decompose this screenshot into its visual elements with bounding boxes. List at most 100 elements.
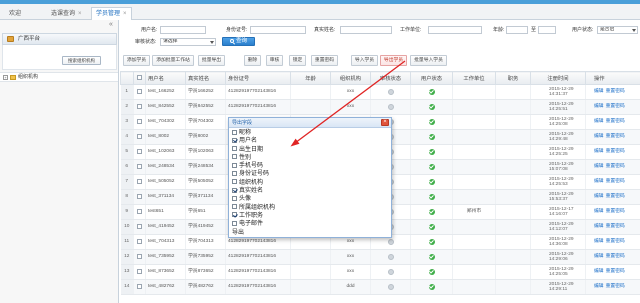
- green-check-icon[interactable]: [428, 238, 435, 245]
- company-input[interactable]: [428, 26, 482, 34]
- export-students-button[interactable]: 导出学员: [380, 55, 407, 66]
- reset-password-link[interactable]: 重置密码: [606, 179, 625, 184]
- edit-link[interactable]: 编辑: [594, 104, 604, 109]
- edit-link[interactable]: 编辑: [594, 224, 604, 229]
- edit-link[interactable]: 编辑: [594, 89, 604, 94]
- row-checkbox[interactable]: [137, 103, 142, 109]
- export-field-option[interactable]: 所属组织机构: [232, 204, 388, 212]
- row-select-cell[interactable]: [133, 99, 146, 115]
- export-field-option[interactable]: 真实姓名: [232, 187, 388, 195]
- row-select-cell[interactable]: [133, 144, 146, 160]
- grey-circle-icon[interactable]: [387, 238, 394, 245]
- row-checkbox[interactable]: [137, 283, 142, 289]
- row-select-cell[interactable]: [133, 249, 146, 265]
- idcard-input[interactable]: [250, 26, 306, 34]
- row-select-cell[interactable]: [133, 264, 146, 280]
- export-field-option[interactable]: 电子邮件: [232, 220, 388, 228]
- checkbox-unchecked[interactable]: [232, 154, 237, 160]
- column-header-register-time[interactable]: 注册时间: [530, 71, 586, 85]
- green-check-icon[interactable]: [428, 283, 435, 290]
- expand-icon[interactable]: [3, 75, 8, 80]
- checkbox-unchecked[interactable]: [232, 129, 237, 135]
- username-input[interactable]: [160, 26, 206, 34]
- search-org-button[interactable]: 搜索组织机构: [62, 56, 101, 65]
- export-field-option[interactable]: 手机号码: [232, 162, 388, 170]
- table-row[interactable]: 13 test_873652 学员873652 412829197702143816 x…: [120, 264, 640, 280]
- checkbox-checked[interactable]: [232, 137, 237, 143]
- grey-circle-icon[interactable]: [387, 268, 394, 275]
- collapse-icon[interactable]: [109, 21, 113, 29]
- row-checkbox[interactable]: [137, 253, 142, 259]
- export-field-option[interactable]: 性别: [232, 154, 388, 162]
- edit-link[interactable]: 编辑: [594, 134, 604, 139]
- checkbox-unchecked[interactable]: [232, 204, 237, 210]
- batch-export-button[interactable]: 批量导出: [198, 55, 225, 66]
- edit-link[interactable]: 编辑: [594, 179, 604, 184]
- reset-password-link[interactable]: 重置密码: [606, 194, 625, 199]
- export-field-option[interactable]: 工作职务: [232, 212, 388, 220]
- column-header-realname[interactable]: 真实姓名: [185, 71, 226, 85]
- edit-link[interactable]: 编辑: [594, 284, 604, 289]
- edit-link[interactable]: 编辑: [594, 164, 604, 169]
- row-checkbox[interactable]: [137, 148, 142, 154]
- column-header-user-status[interactable]: 用户状态: [410, 71, 453, 85]
- close-icon[interactable]: [78, 8, 82, 20]
- export-field-option[interactable]: 头像: [232, 195, 388, 203]
- reset-password-link[interactable]: 重置密码: [606, 239, 625, 244]
- green-check-icon[interactable]: [428, 88, 435, 95]
- checkbox-unchecked[interactable]: [232, 146, 237, 152]
- column-header-company[interactable]: 工作单位: [452, 71, 496, 85]
- row-checkbox[interactable]: [137, 208, 142, 214]
- checkbox-unchecked[interactable]: [232, 162, 237, 168]
- grey-circle-icon[interactable]: [387, 88, 394, 95]
- age-to-input[interactable]: [538, 26, 556, 34]
- edit-link[interactable]: 编辑: [594, 254, 604, 259]
- reset-password-link[interactable]: 重置密码: [606, 254, 625, 259]
- reset-password-link[interactable]: 重置密码: [606, 269, 625, 274]
- export-field-option[interactable]: 组织机构: [232, 179, 388, 187]
- green-check-icon[interactable]: [428, 118, 435, 125]
- row-checkbox[interactable]: [137, 178, 142, 184]
- query-button[interactable]: 查询: [222, 37, 255, 46]
- tab-welcome[interactable]: 欢迎: [4, 7, 26, 20]
- export-field-option[interactable]: 身份证号码: [232, 170, 388, 178]
- row-checkbox[interactable]: [137, 238, 142, 244]
- row-select-cell[interactable]: [133, 189, 146, 205]
- reset-password-link[interactable]: 重置密码: [606, 164, 625, 169]
- reset-password-link[interactable]: 重置密码: [606, 209, 625, 214]
- grey-circle-icon[interactable]: [387, 253, 394, 260]
- column-header-username[interactable]: 用户名: [145, 71, 186, 85]
- table-row[interactable]: 1 test_166252 学员166252 412829197702143816 xx…: [120, 84, 640, 100]
- export-field-option[interactable]: 出生日期: [232, 146, 388, 154]
- row-checkbox[interactable]: [137, 118, 142, 124]
- green-check-icon[interactable]: [428, 163, 435, 170]
- table-row[interactable]: 12 test_735952 学员735952 412829197702143816 x…: [120, 249, 640, 265]
- row-checkbox[interactable]: [137, 163, 142, 169]
- column-header-age[interactable]: 年龄: [290, 71, 331, 85]
- green-check-icon[interactable]: [428, 193, 435, 200]
- grey-circle-icon[interactable]: [387, 283, 394, 290]
- reset-password-link[interactable]: 重置密码: [606, 149, 625, 154]
- panel-header[interactable]: 广西平台: [2, 33, 117, 45]
- row-checkbox[interactable]: [137, 88, 142, 94]
- lock-button[interactable]: 锁定: [289, 55, 306, 66]
- batch-import-students-button[interactable]: 批量导入学员: [410, 55, 447, 66]
- tree-item-org[interactable]: 组织机构: [0, 72, 118, 82]
- checkbox-unchecked[interactable]: [232, 220, 237, 226]
- delete-button[interactable]: 删除: [244, 55, 261, 66]
- reset-password-link[interactable]: 重置密码: [606, 89, 625, 94]
- reset-password-link[interactable]: 重置密码: [606, 284, 625, 289]
- checkbox-checked[interactable]: [232, 187, 237, 193]
- close-icon[interactable]: [381, 119, 389, 126]
- table-row[interactable]: 2 test_842552 学员842552 412829197702143816 xx…: [120, 99, 640, 115]
- row-select-cell[interactable]: [133, 204, 146, 220]
- export-field-option[interactable]: 用户名: [232, 137, 388, 145]
- audit-button[interactable]: 审核: [266, 55, 283, 66]
- audit-status-select[interactable]: 请选择: [160, 37, 216, 46]
- column-header-audit-status[interactable]: 审核状态: [370, 71, 411, 85]
- column-header-org[interactable]: 组织机构: [330, 71, 371, 85]
- green-check-icon[interactable]: [428, 268, 435, 275]
- reset-password-link[interactable]: 重置密码: [606, 104, 625, 109]
- row-select-cell[interactable]: [133, 129, 146, 145]
- row-checkbox[interactable]: [137, 133, 142, 139]
